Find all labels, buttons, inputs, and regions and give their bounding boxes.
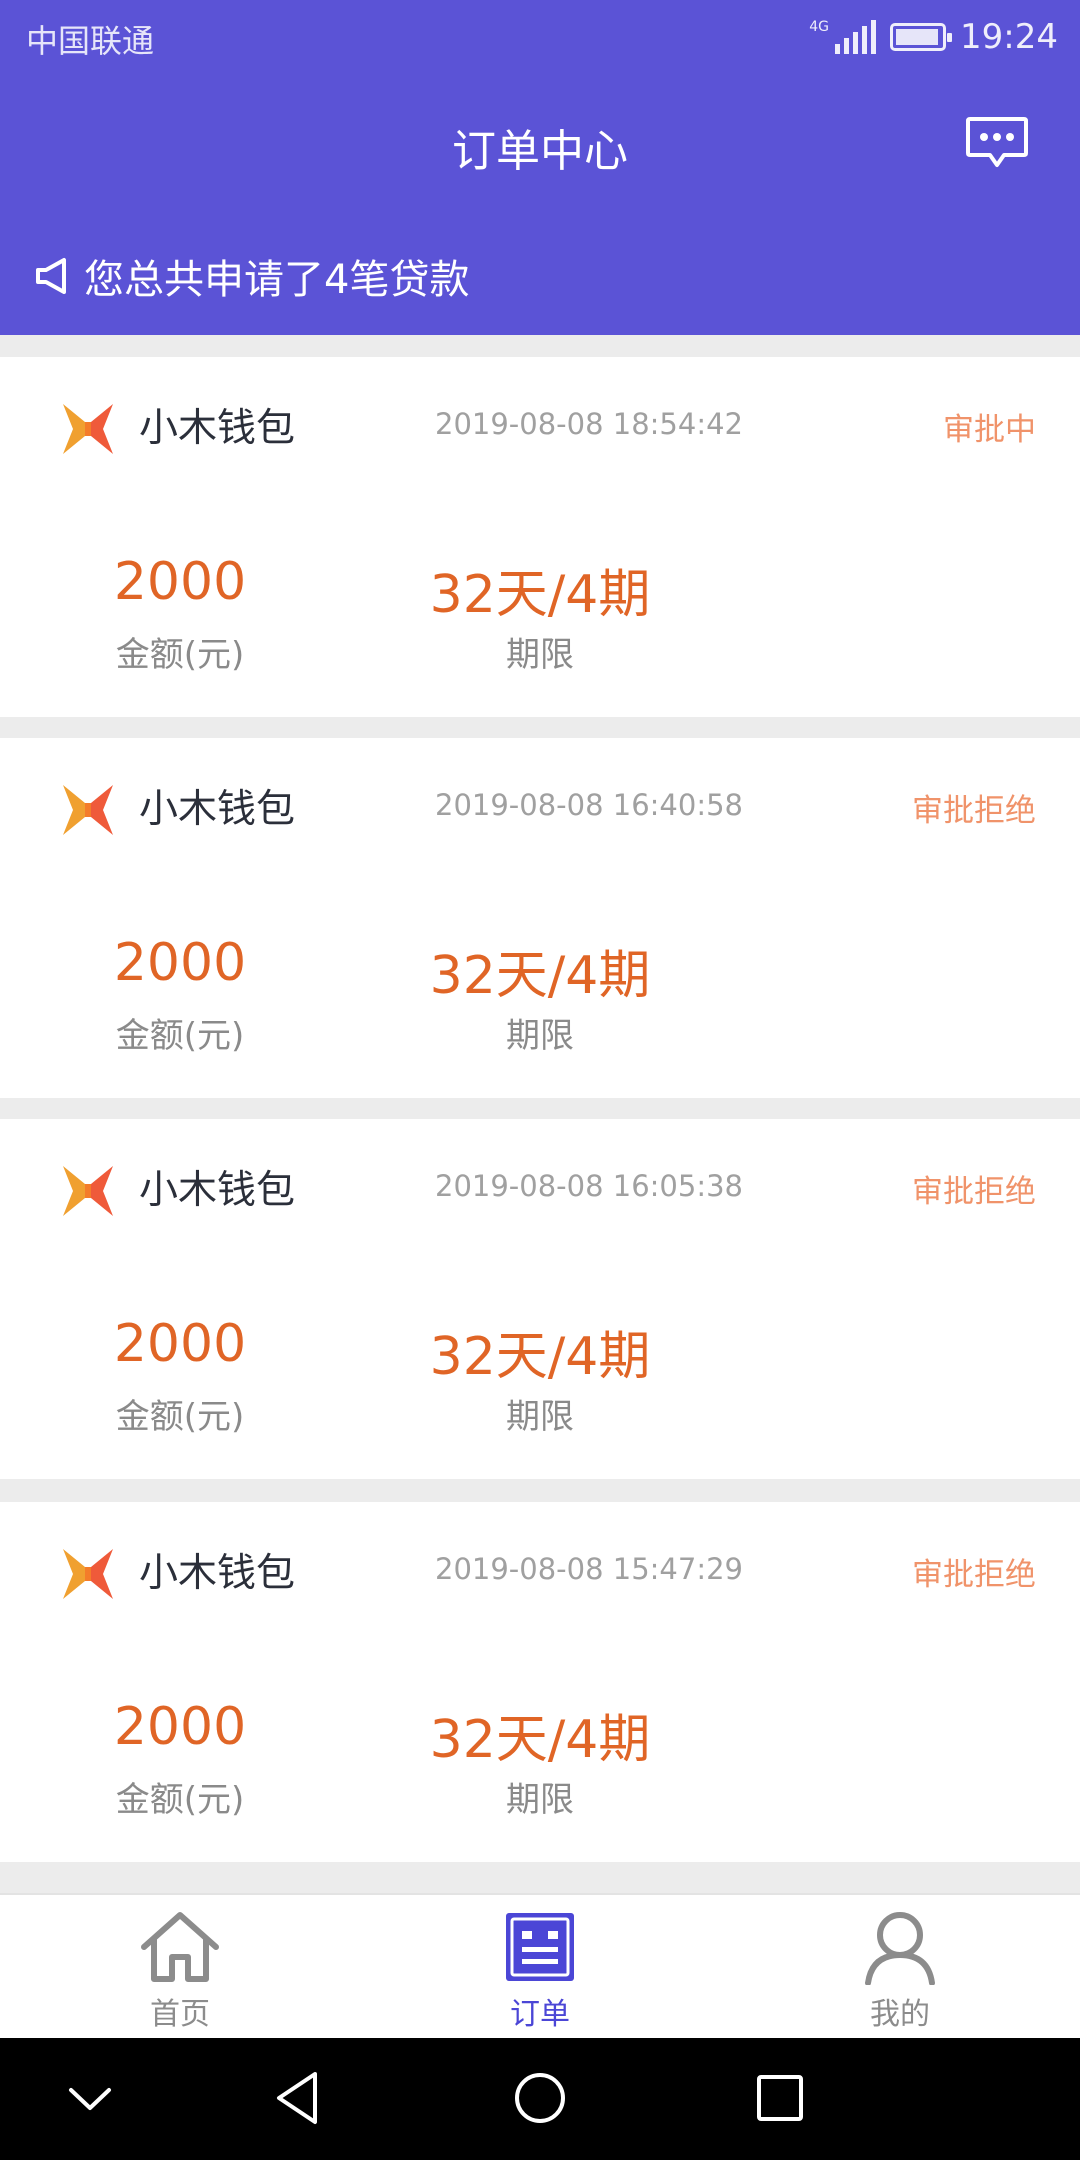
amount-label: 金额(元) — [115, 1397, 245, 1437]
header: 中国联通 4G 19:24 订单中心 您总共申请了4笔贷款 — [0, 0, 1080, 335]
tab-home[interactable]: 首页 — [0, 1895, 360, 2040]
amount-label: 金额(元) — [115, 1780, 245, 1820]
status-icons: 4G 19:24 — [809, 14, 1058, 60]
home-icon — [141, 1912, 219, 1982]
term-value: 32天/4期 — [429, 1710, 651, 1770]
chat-bubble-icon — [966, 117, 1028, 167]
term-label: 期限 — [506, 1397, 574, 1437]
tab-label: 订单 — [510, 1997, 570, 2032]
amount-value: 2000 — [113, 1314, 247, 1374]
amount-value: 2000 — [113, 933, 247, 993]
megaphone-icon — [36, 258, 66, 294]
signal-icon: 4G — [809, 19, 877, 54]
app-logo-icon — [63, 1549, 113, 1599]
amount-label: 金额(元) — [115, 635, 245, 675]
battery-icon — [890, 23, 953, 51]
carrier-name: 中国联通 — [26, 22, 155, 60]
order-date: 2019-08-08 16:05:38 — [435, 1169, 743, 1203]
clock: 19:24 — [960, 17, 1058, 57]
term-value: 32天/4期 — [429, 946, 651, 1006]
tab-profile[interactable]: 我的 — [720, 1895, 1080, 2040]
term-value: 32天/4期 — [429, 565, 651, 625]
order-date: 2019-08-08 15:47:29 — [435, 1552, 743, 1586]
amount-label: 金额(元) — [115, 1016, 245, 1056]
order-card[interactable]: 小木钱包 2019-08-08 16:05:38 审批拒绝 2000 金额(元)… — [0, 1119, 1080, 1479]
user-icon — [865, 1912, 935, 1985]
term-label: 期限 — [506, 1780, 574, 1820]
system-nav-bar — [0, 2038, 1080, 2160]
app-logo-icon — [63, 785, 113, 835]
status-badge: 审批拒绝 — [912, 793, 1036, 829]
app-name: 小木钱包 — [139, 787, 296, 832]
order-date: 2019-08-08 16:40:58 — [435, 788, 743, 822]
recents-icon[interactable] — [745, 2066, 815, 2130]
app-name: 小木钱包 — [139, 406, 296, 451]
home-circle-icon[interactable] — [505, 2066, 575, 2130]
amount-value: 2000 — [113, 1697, 247, 1757]
tab-label: 首页 — [150, 1997, 210, 2032]
tab-orders[interactable]: 订单 — [360, 1895, 720, 2040]
page-title: 订单中心 — [452, 126, 628, 177]
order-list-icon — [506, 1913, 574, 1981]
tab-label: 我的 — [870, 1997, 930, 2032]
app-logo-icon — [63, 1166, 113, 1216]
amount-value: 2000 — [113, 552, 247, 612]
order-card[interactable]: 小木钱包 2019-08-08 18:54:42 审批中 2000 金额(元) … — [0, 357, 1080, 717]
order-card[interactable]: 小木钱包 2019-08-08 16:40:58 审批拒绝 2000 金额(元)… — [0, 738, 1080, 1098]
notice-bar: 您总共申请了4笔贷款 — [34, 248, 469, 304]
network-type: 4G — [809, 19, 830, 35]
message-button[interactable] — [964, 115, 1030, 171]
bottom-tab-bar: 首页 订单 我的 — [0, 1893, 1080, 2038]
chevron-down-icon[interactable] — [55, 2066, 125, 2130]
app-name: 小木钱包 — [139, 1551, 296, 1596]
app-name: 小木钱包 — [139, 1168, 296, 1213]
status-badge: 审批拒绝 — [912, 1174, 1036, 1210]
term-label: 期限 — [506, 635, 574, 675]
back-icon[interactable] — [265, 2066, 335, 2130]
notice-text: 您总共申请了4笔贷款 — [84, 257, 470, 303]
status-bar: 中国联通 4G 19:24 — [0, 0, 1080, 75]
app-logo-icon — [63, 404, 113, 454]
term-value: 32天/4期 — [429, 1327, 651, 1387]
order-date: 2019-08-08 18:54:42 — [435, 407, 743, 441]
order-card[interactable]: 小木钱包 2019-08-08 15:47:29 审批拒绝 2000 金额(元)… — [0, 1502, 1080, 1862]
status-badge: 审批拒绝 — [912, 1557, 1036, 1593]
term-label: 期限 — [506, 1016, 574, 1056]
status-badge: 审批中 — [943, 412, 1036, 448]
